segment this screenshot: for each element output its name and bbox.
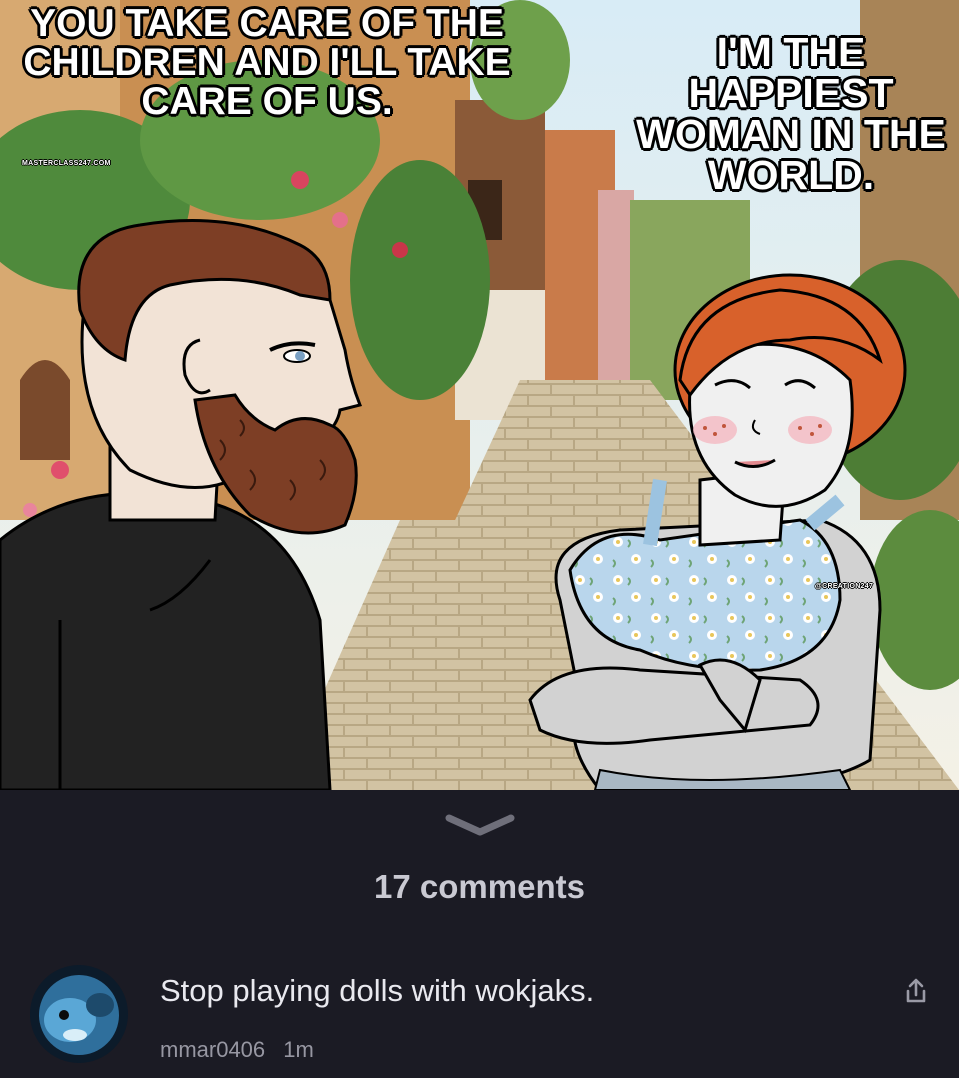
meme-image[interactable]: YOU TAKE CARE OF THE CHILDREN AND I'LL T… <box>0 0 959 790</box>
meme-caption-left: YOU TAKE CARE OF THE CHILDREN AND I'LL T… <box>23 2 511 123</box>
avatar[interactable] <box>30 965 128 1063</box>
expand-comments-button[interactable] <box>438 808 522 842</box>
comment-text: Stop playing dolls with wokjaks. <box>160 973 595 1008</box>
share-icon <box>906 978 926 1003</box>
comment-meta: mmar0406 1m <box>160 1037 314 1063</box>
chevron-down-icon <box>445 814 515 836</box>
avatar-image <box>30 965 128 1063</box>
comments-count: 17 comments <box>374 868 585 905</box>
comment-username[interactable]: mmar0406 <box>160 1037 265 1062</box>
meme-caption-right: I'M THE HAPPIEST WOMAN IN THE WORLD. <box>636 29 946 198</box>
app-root: YOU TAKE CARE OF THE CHILDREN AND I'LL T… <box>0 0 959 1078</box>
watermark-left: MASTERCLASS247.COM <box>22 160 111 167</box>
share-button[interactable] <box>898 973 934 1009</box>
watermark-right: @CREATION247 <box>815 583 874 590</box>
comment-timestamp: 1m <box>283 1037 314 1062</box>
